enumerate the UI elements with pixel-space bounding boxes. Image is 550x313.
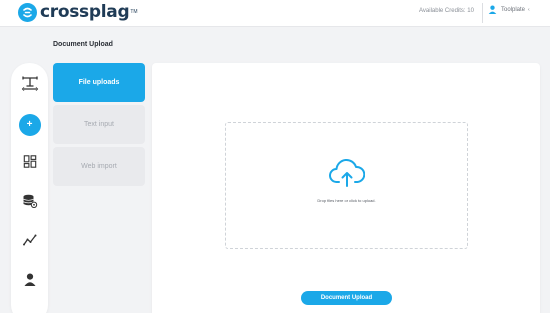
logo-text: crossplag — [40, 2, 130, 22]
page-title: Document Upload — [53, 41, 113, 48]
text-tool-icon[interactable] — [21, 75, 39, 91]
user-icon — [488, 5, 497, 14]
crossplag-logo-icon — [18, 2, 37, 22]
cloud-upload-icon — [329, 158, 366, 193]
user-name: Toolplate — [501, 6, 526, 13]
credits-label: Available Credits: 10 — [419, 8, 474, 14]
tab-web-import[interactable]: Web import — [53, 147, 145, 186]
tab-text-input[interactable]: Text input — [53, 105, 145, 144]
top-bar: crossplag TM Available Credits: 10 Toolp… — [0, 0, 550, 27]
dashboard-grid-icon[interactable] — [23, 155, 36, 168]
upload-panel: Drop files here or click to upload. Docu… — [152, 63, 540, 313]
user-menu[interactable]: Toolplate ‹ — [488, 5, 530, 14]
analytics-icon[interactable] — [22, 234, 37, 246]
header-divider — [482, 3, 483, 23]
logo-trademark: TM — [130, 9, 138, 15]
dropzone-instructions: Drop files here or click to upload. — [317, 198, 376, 203]
add-button[interactable]: + — [18, 114, 41, 136]
database-settings-icon[interactable] — [22, 194, 37, 208]
sidebar: + — [11, 63, 48, 313]
file-dropzone[interactable]: Drop files here or click to upload. — [225, 122, 468, 249]
chevron-left-icon: ‹ — [528, 6, 530, 13]
crossplag-logo[interactable]: crossplag TM — [18, 2, 138, 22]
user-profile-icon[interactable] — [24, 273, 36, 286]
tab-file-uploads[interactable]: File uploads — [53, 63, 145, 102]
document-upload-button[interactable]: Document Upload — [301, 291, 392, 305]
